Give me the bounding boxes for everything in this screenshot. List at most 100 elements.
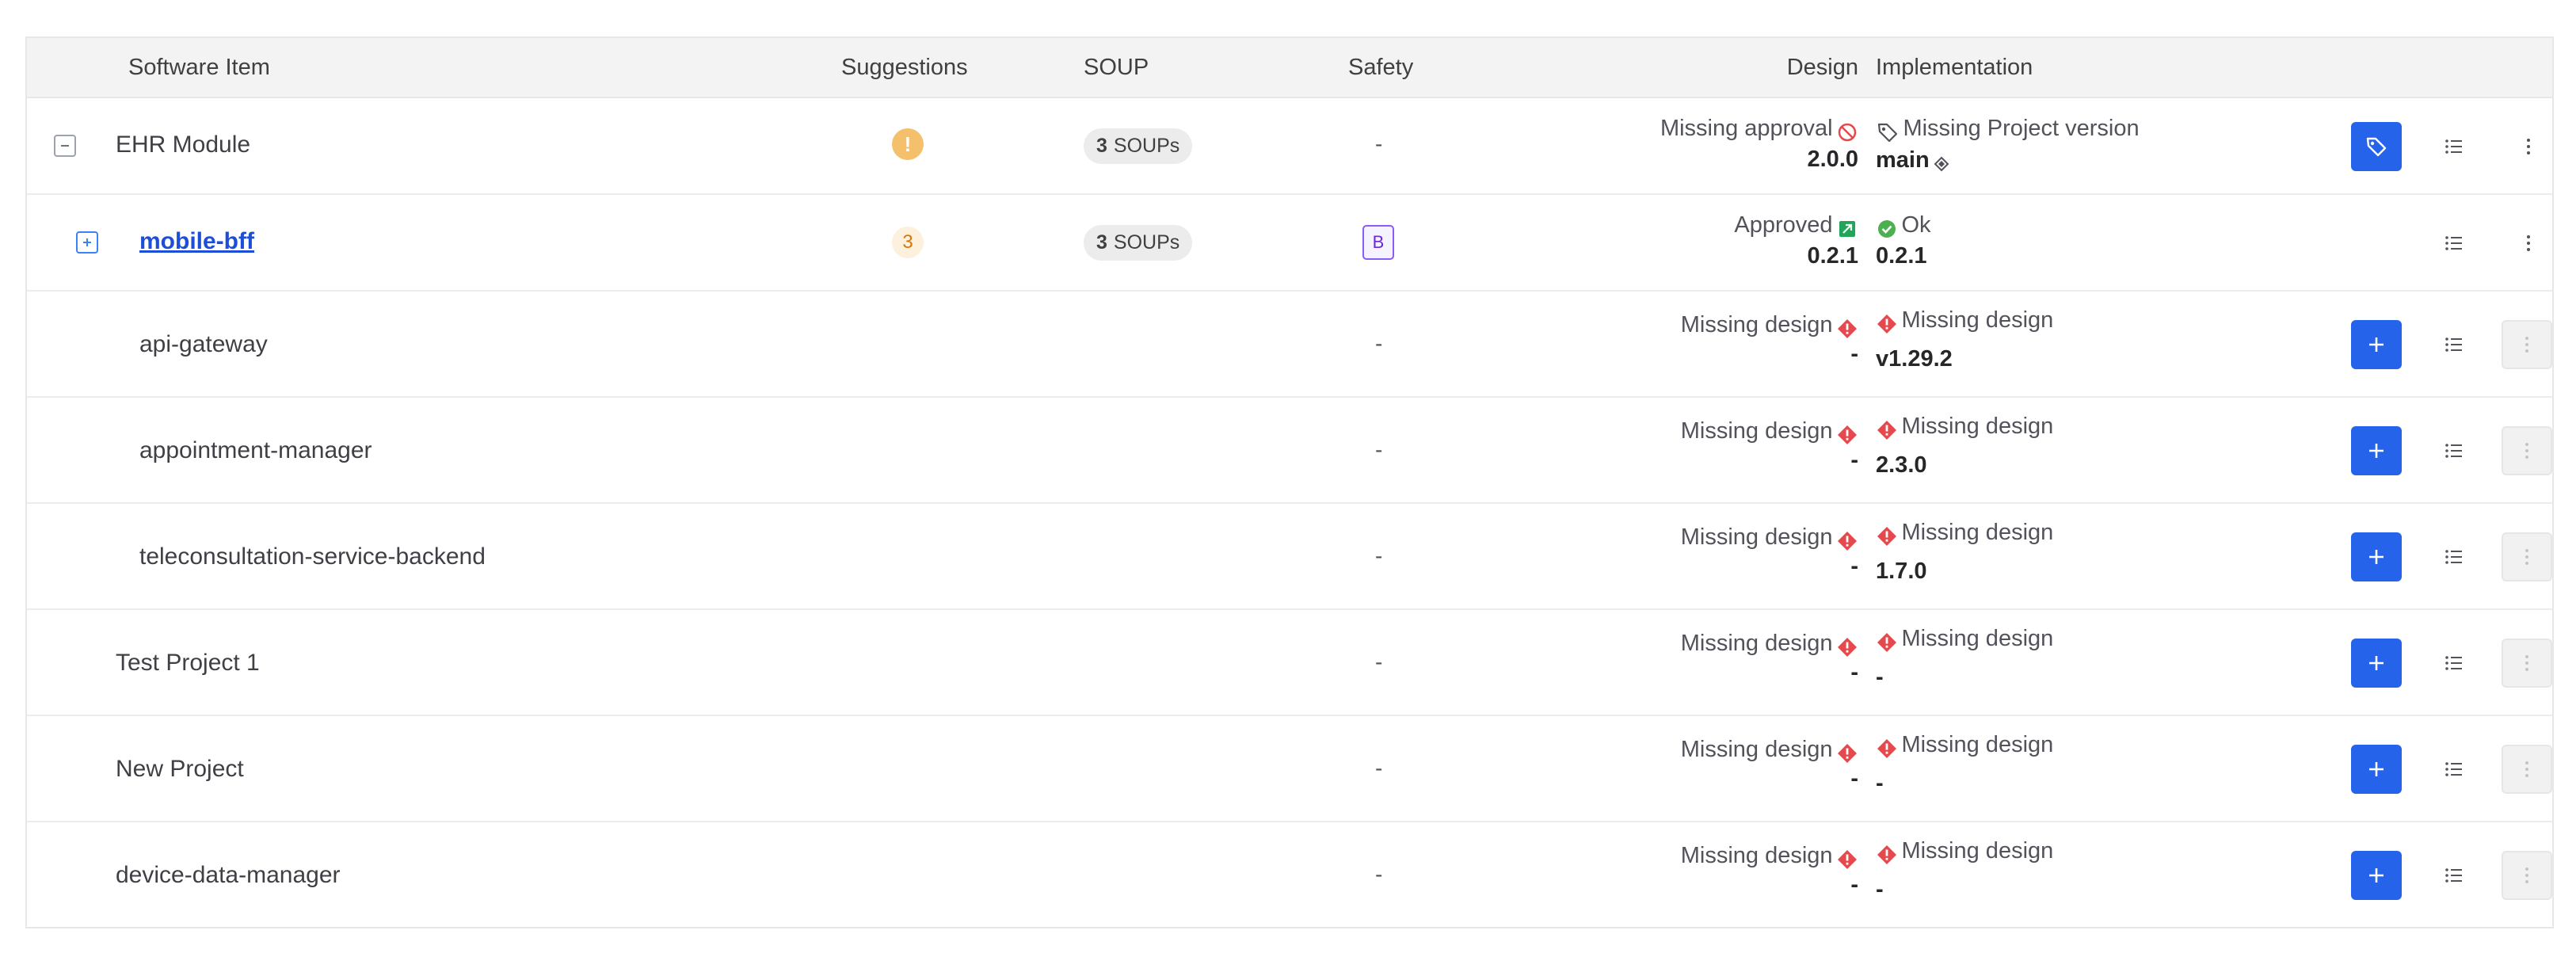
more-options-button-disabled[interactable]: [2502, 851, 2552, 900]
implementation-cell: Ok 0.2.1: [1876, 212, 1931, 269]
table-row: Test Project 1 - Missing design - Missin…: [27, 610, 2552, 716]
safety-class: -: [1375, 132, 1383, 156]
error-diamond-icon: [1877, 845, 1896, 864]
design-cell: Missing design -: [1462, 843, 1858, 898]
kebab-icon: [2527, 235, 2530, 251]
implementation-cell: Missing Project version main: [1876, 116, 2140, 173]
kebab-icon: [2525, 337, 2528, 353]
approved-icon: [1839, 220, 1855, 237]
list-icon: [2445, 656, 2462, 670]
soup-count-pill[interactable]: 3 SOUPs: [1084, 128, 1193, 164]
add-design-button[interactable]: [2351, 745, 2402, 794]
kebab-icon: [2525, 549, 2528, 565]
suggestion-count-badge[interactable]: 3: [892, 227, 924, 258]
design-cell: Approved 0.2.1: [1462, 212, 1858, 269]
table-row: New Project - Missing design - Missing d…: [27, 716, 2552, 822]
implementation-cell: Missing design 2.3.0: [1876, 414, 2053, 478]
error-diamond-icon: [1838, 637, 1857, 657]
software-item-name: Test Project 1: [116, 650, 260, 676]
header-software-item[interactable]: Software Item: [128, 38, 270, 97]
software-item-name: api-gateway: [139, 331, 268, 357]
list-icon: [2445, 550, 2462, 564]
collapse-toggle[interactable]: [54, 135, 76, 157]
list-details-button[interactable]: [2438, 131, 2470, 162]
software-item-name: EHR Module: [116, 132, 251, 158]
add-design-button[interactable]: [2351, 426, 2402, 475]
kebab-icon: [2525, 761, 2528, 777]
implementation-status: Missing design: [1901, 520, 2054, 545]
add-design-button[interactable]: [2351, 320, 2402, 369]
more-options-button[interactable]: [2513, 131, 2544, 162]
implementation-cell: Missing design v1.29.2: [1876, 307, 2053, 372]
minus-icon: [61, 145, 69, 147]
implementation-status: Missing design: [1901, 732, 2054, 757]
plus-icon: [2369, 762, 2384, 776]
software-item-name: appointment-manager: [139, 437, 372, 463]
header-design[interactable]: Design: [1716, 38, 1858, 97]
more-options-button-disabled[interactable]: [2502, 532, 2552, 581]
implementation-status: Missing design: [1901, 626, 2054, 651]
software-item-link[interactable]: mobile-bff: [139, 228, 254, 255]
design-version: -: [1850, 871, 1858, 898]
soup-count-pill[interactable]: 3 SOUPs: [1084, 225, 1193, 261]
table-row: EHR Module ! 3 SOUPs - Missing approval 2…: [27, 98, 2552, 195]
add-design-button[interactable]: [2351, 532, 2402, 581]
more-options-button-disabled[interactable]: [2502, 745, 2552, 794]
implementation-version: 0.2.1: [1876, 242, 1927, 269]
design-status: Missing design: [1680, 418, 1833, 444]
header-soup[interactable]: SOUP: [1084, 38, 1149, 97]
more-options-button[interactable]: [2513, 227, 2544, 259]
implementation-cell: Missing design -: [1876, 838, 2053, 903]
implementation-status: Missing design: [1901, 414, 2054, 439]
header-safety[interactable]: Safety: [1348, 38, 1413, 97]
list-details-button[interactable]: [2438, 435, 2470, 467]
error-diamond-icon: [1838, 849, 1857, 869]
implementation-version: -: [1876, 770, 1884, 796]
design-status: Missing design: [1680, 631, 1833, 656]
more-options-button-disabled[interactable]: [2502, 639, 2552, 688]
software-item-name: device-data-manager: [116, 862, 341, 888]
table-row: device-data-manager - Missing design - M…: [27, 822, 2552, 928]
plus-icon: [2369, 656, 2384, 670]
list-details-button[interactable]: [2438, 541, 2470, 573]
expand-toggle[interactable]: [76, 231, 98, 254]
list-details-button[interactable]: [2438, 860, 2470, 891]
error-diamond-icon: [1838, 743, 1857, 763]
implementation-status: Missing design: [1901, 307, 2054, 333]
soup-label: SOUPs: [1113, 231, 1180, 254]
design-cell: Missing design -: [1462, 312, 1858, 368]
design-status: Missing design: [1680, 737, 1833, 762]
design-status: Missing design: [1680, 312, 1833, 337]
error-diamond-icon: [1838, 531, 1857, 551]
suggestion-warning-badge[interactable]: !: [892, 128, 924, 160]
design-cell: Missing approval 2.0.0: [1462, 116, 1858, 173]
forbidden-icon: [1838, 123, 1857, 142]
list-icon: [2445, 762, 2462, 776]
error-diamond-icon: [1877, 526, 1896, 546]
list-details-button[interactable]: [2438, 329, 2470, 360]
safety-class: -: [1375, 437, 1383, 462]
header-suggestions[interactable]: Suggestions: [841, 38, 968, 97]
implementation-version: 2.3.0: [1876, 452, 1927, 478]
list-details-button[interactable]: [2438, 227, 2470, 259]
more-options-button-disabled[interactable]: [2502, 426, 2552, 475]
add-design-button[interactable]: [2351, 639, 2402, 688]
more-options-button-disabled[interactable]: [2502, 320, 2552, 369]
list-details-button[interactable]: [2438, 647, 2470, 679]
design-version: -: [1850, 765, 1858, 791]
design-version: -: [1850, 341, 1858, 367]
tag-version-button[interactable]: [2351, 122, 2402, 171]
list-details-button[interactable]: [2438, 753, 2470, 785]
software-item-name: teleconsultation-service-backend: [139, 543, 486, 570]
design-version: -: [1850, 553, 1858, 579]
safety-class: -: [1375, 331, 1383, 356]
design-version: 2.0.0: [1807, 146, 1859, 172]
header-implementation[interactable]: Implementation: [1876, 38, 2033, 97]
implementation-version: v1.29.2: [1876, 345, 1953, 372]
safety-class: -: [1375, 862, 1383, 886]
design-status: Approved: [1734, 212, 1833, 238]
kebab-icon: [2525, 655, 2528, 671]
safety-class: -: [1375, 543, 1383, 568]
add-design-button[interactable]: [2351, 851, 2402, 900]
kebab-icon: [2527, 139, 2530, 154]
